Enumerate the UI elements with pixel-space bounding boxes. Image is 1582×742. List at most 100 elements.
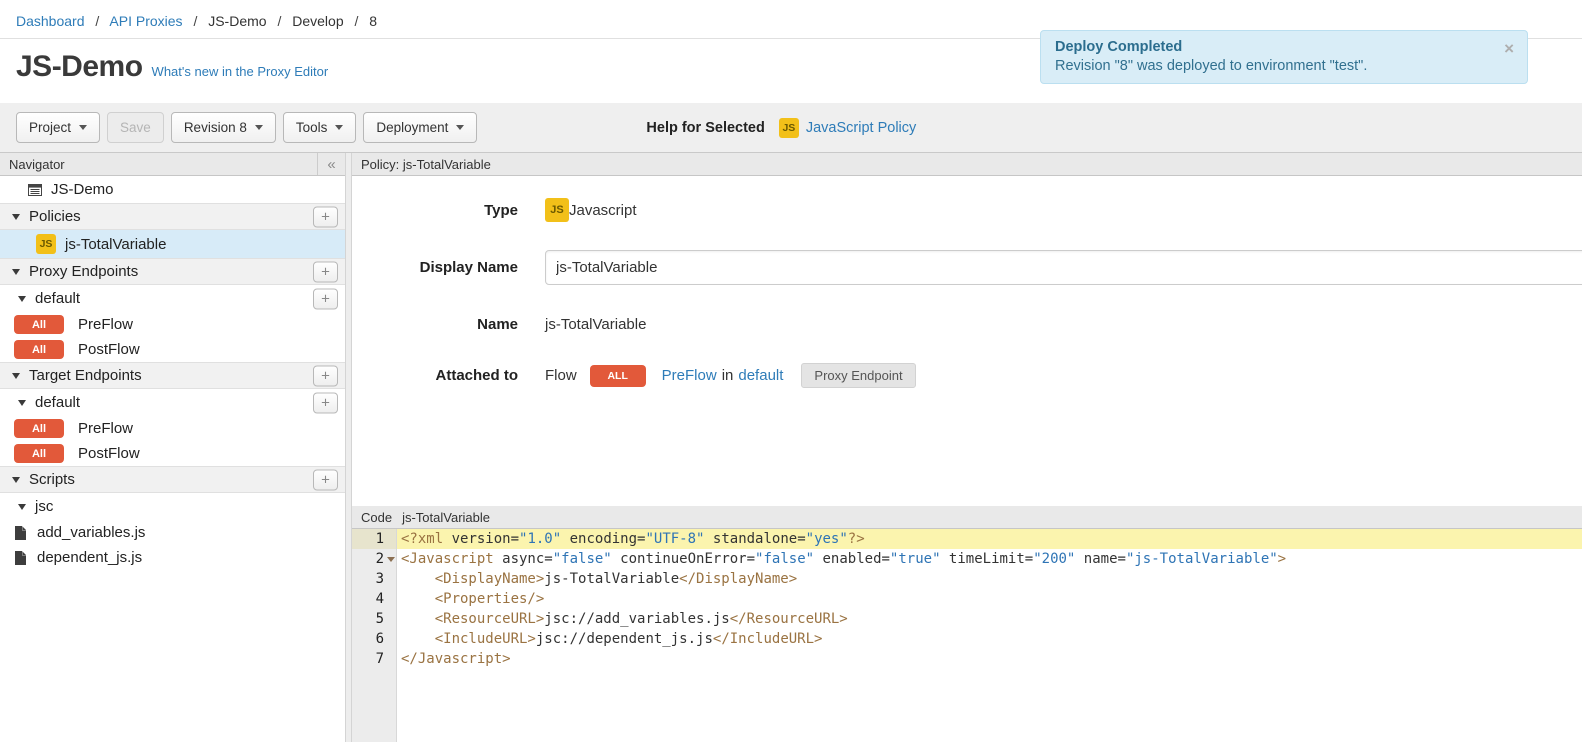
type-value: Javascript [569, 202, 637, 219]
nav-item-proxy-endpoints[interactable]: Proxy Endpoints+ [0, 258, 345, 285]
disclosure-triangle-icon[interactable] [12, 269, 20, 275]
nav-item-label: JS-Demo [51, 181, 114, 198]
nav-item-target-endpoints[interactable]: Target Endpoints+ [0, 362, 345, 389]
all-conditions-badge: All [14, 315, 64, 334]
nav-item-preflow[interactable]: AllPreFlow [0, 312, 345, 337]
nav-item-label: Policies [29, 208, 81, 225]
add-policies-button[interactable]: + [313, 206, 338, 227]
nav-item-postflow[interactable]: AllPostFlow [0, 337, 345, 362]
code-token: "200" [1033, 551, 1075, 567]
deployment-dropdown-button[interactable]: Deployment [363, 112, 477, 143]
project-dropdown-button[interactable]: Project [16, 112, 100, 143]
policy-panel-header: Policy: js-TotalVariable [352, 153, 1582, 176]
code-token: async= [494, 551, 553, 567]
all-conditions-badge: All [14, 340, 64, 359]
nav-item-default[interactable]: default+ [0, 389, 345, 416]
line-number: 2 [352, 549, 396, 569]
nav-item-postflow[interactable]: AllPostFlow [0, 441, 345, 466]
code-token: name= [1075, 551, 1126, 567]
display-name-input[interactable] [545, 250, 1582, 285]
nav-item-add-variables-js[interactable]: add_variables.js [0, 520, 345, 545]
panel-splitter[interactable] [345, 153, 352, 742]
disclosure-triangle-icon[interactable] [12, 214, 20, 220]
javascript-policy-icon: JS [779, 118, 799, 138]
code-line[interactable]: <ResourceURL>jsc://add_variables.js</Res… [397, 609, 1582, 629]
code-token: enabled= [814, 551, 890, 567]
add-proxy-endpoints-button[interactable]: + [313, 261, 338, 282]
in-word: in [722, 367, 734, 384]
default-endpoint-link[interactable]: default [738, 367, 783, 384]
code-token: continueOnError= [612, 551, 755, 567]
breadcrumb-separator: / [193, 13, 197, 29]
nav-item-default[interactable]: default+ [0, 285, 345, 312]
save-button-label: Save [120, 120, 151, 135]
code-token: <Javascript [401, 551, 494, 567]
javascript-policy-help-link[interactable]: JavaScript Policy [806, 120, 916, 136]
page-title: JS-Demo [16, 50, 143, 84]
code-token: <Properties/> [435, 591, 545, 607]
tools-dropdown-button[interactable]: Tools [283, 112, 357, 143]
code-line[interactable]: <Javascript async="false" continueOnErro… [397, 549, 1582, 569]
whats-new-link[interactable]: What's new in the Proxy Editor [152, 64, 329, 79]
save-button[interactable]: Save [107, 112, 164, 143]
add-scripts-button[interactable]: + [313, 469, 338, 490]
line-number-gutter: 1234567 [352, 529, 397, 742]
help-for-selected-label: Help for Selected [646, 120, 764, 136]
notification-title: Deploy Completed [1055, 39, 1493, 55]
disclosure-triangle-icon[interactable] [12, 373, 20, 379]
code-line[interactable]: <?xml version="1.0" encoding="UTF-8" sta… [397, 529, 1582, 549]
breadcrumb-link-api-proxies[interactable]: API Proxies [109, 13, 182, 29]
code-token: timeLimit= [941, 551, 1034, 567]
all-conditions-badge: All [14, 444, 64, 463]
breadcrumb-item-revision: 8 [369, 13, 377, 29]
nav-item-preflow[interactable]: AllPreFlow [0, 416, 345, 441]
nav-item-scripts[interactable]: Scripts+ [0, 466, 345, 493]
proxy-endpoint-button[interactable]: Proxy Endpoint [801, 363, 915, 388]
navigator-tree: JS-Demo Policies + JSjs-TotalVariableProxy … [0, 176, 345, 570]
nav-item-policies[interactable]: Policies + [0, 203, 345, 230]
nav-item-label: add_variables.js [37, 524, 145, 541]
navigator-header: Navigator « [0, 153, 345, 176]
file-icon [14, 526, 26, 540]
flow-word: Flow [545, 367, 577, 384]
code-line[interactable]: <DisplayName>js-TotalVariable</DisplayNa… [397, 569, 1582, 589]
code-line[interactable]: <Properties/> [397, 589, 1582, 609]
close-icon[interactable]: × [1504, 40, 1514, 57]
code-token: version= [443, 531, 519, 547]
code-token [401, 591, 435, 607]
line-number: 7 [352, 649, 396, 669]
collapse-panel-icon[interactable]: « [317, 153, 345, 175]
breadcrumb-link-dashboard[interactable]: Dashboard [16, 13, 85, 29]
code-line[interactable]: <IncludeURL>jsc://dependent_js.js</Inclu… [397, 629, 1582, 649]
code-panel-header: Code js-TotalVariable [352, 506, 1582, 529]
disclosure-triangle-icon[interactable] [18, 296, 26, 302]
code-line[interactable]: </Javascript> [397, 649, 1582, 669]
line-number: 6 [352, 629, 396, 649]
disclosure-triangle-icon[interactable] [18, 400, 26, 406]
add-default-button[interactable]: + [313, 288, 338, 309]
breadcrumb-item-js-demo: JS-Demo [208, 13, 266, 29]
code-token: <DisplayName> [435, 571, 545, 587]
nav-item-js-totalvariable[interactable]: JSjs-TotalVariable [0, 230, 345, 258]
code-fold-icon[interactable] [387, 557, 395, 562]
breadcrumb-item-develop: Develop [292, 13, 343, 29]
add-default-button[interactable]: + [313, 392, 338, 413]
line-number: 4 [352, 589, 396, 609]
code-label: Code [361, 510, 392, 525]
disclosure-triangle-icon[interactable] [18, 504, 26, 510]
nav-item-jsc[interactable]: jsc [0, 493, 345, 520]
breadcrumb-separator: / [277, 13, 281, 29]
disclosure-triangle-icon[interactable] [12, 477, 20, 483]
add-target-endpoints-button[interactable]: + [313, 365, 338, 386]
preflow-link[interactable]: PreFlow [662, 367, 717, 384]
revision-dropdown-button[interactable]: Revision 8 [171, 112, 276, 143]
top-bar: Dashboard / API Proxies / JS-Demo / Deve… [0, 0, 1582, 103]
code-token: jsc://add_variables.js [544, 611, 729, 627]
nav-item-js-demo[interactable]: JS-Demo [0, 176, 345, 203]
toolbar: Project Save Revision 8 Tools Deployment… [0, 103, 1582, 153]
code-token: "UTF-8" [645, 531, 704, 547]
nav-item-label: PreFlow [78, 420, 133, 437]
policy-detail: Type JS Javascript Display Name Name js-… [352, 176, 1582, 506]
nav-item-dependent-js-js[interactable]: dependent_js.js [0, 545, 345, 570]
code-editor[interactable]: 1234567 <?xml version="1.0" encoding="UT… [352, 529, 1582, 742]
